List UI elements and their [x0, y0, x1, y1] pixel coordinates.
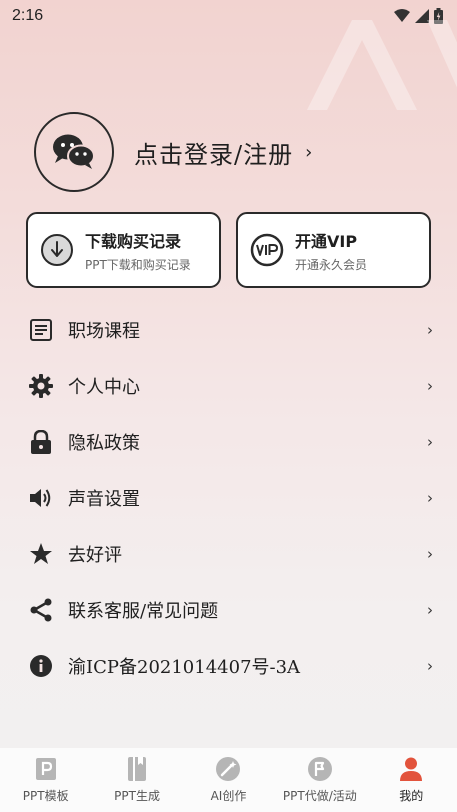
- gear-icon: [28, 373, 54, 399]
- menu-item-label: 职场课程: [68, 321, 140, 342]
- open-vip-card[interactable]: 开通VIP 开通永久会员: [236, 212, 431, 288]
- lock-icon: [28, 429, 54, 455]
- card-subtitle: PPT下载和购买记录: [85, 257, 191, 272]
- menu-item-label: 联系客服/常见问题: [68, 601, 219, 622]
- menu-item-sound-settings[interactable]: 声音设置 ›: [0, 470, 457, 526]
- card-title: 开通VIP: [295, 231, 358, 251]
- chevron-right-icon: ›: [427, 321, 433, 339]
- bottom-tab-bar: PPT模板 PPT生成 AI创作 PPT代做/活动 我的: [0, 748, 457, 812]
- menu-item-label: 个人中心: [68, 377, 140, 398]
- vip-badge-icon: [250, 233, 284, 267]
- login-row[interactable]: 点击登录/注册 ›: [34, 112, 312, 192]
- tab-ai-create[interactable]: AI创作: [183, 756, 273, 804]
- avatar[interactable]: [34, 112, 114, 192]
- info-icon: [28, 653, 54, 679]
- ppt-generate-icon: [128, 757, 147, 781]
- menu-item-rate-app[interactable]: 去好评 ›: [0, 526, 457, 582]
- tab-ppt-generate[interactable]: PPT生成: [92, 756, 182, 804]
- card-title: 下载购买记录: [85, 231, 182, 251]
- chevron-right-icon: ›: [427, 657, 433, 675]
- wechat-icon: [53, 134, 95, 169]
- menu-item-label: 声音设置: [68, 489, 140, 510]
- menu-item-label: 渝ICP备2021014407号-3A: [68, 657, 301, 678]
- menu-item-personal-center[interactable]: 个人中心 ›: [0, 358, 457, 414]
- tab-label: PPT代做/活动: [282, 789, 357, 803]
- menu-item-customer-service[interactable]: 联系客服/常见问题 ›: [0, 582, 457, 638]
- watermark-logo: [307, 20, 457, 110]
- tab-label: PPT生成: [114, 789, 160, 803]
- chevron-right-icon: ›: [427, 377, 433, 395]
- tab-ppt-templates[interactable]: PPT模板: [1, 756, 91, 804]
- ppt-template-icon: [35, 758, 56, 780]
- chevron-right-icon: ›: [427, 433, 433, 451]
- menu-item-courses[interactable]: 职场课程 ›: [0, 302, 457, 358]
- speaker-icon: [28, 485, 54, 511]
- tab-label: PPT模板: [22, 789, 69, 803]
- status-time: 2:16: [12, 7, 44, 24]
- download-records-card[interactable]: 下载购买记录 PPT下载和购买记录: [26, 212, 221, 288]
- card-subtitle: 开通永久会员: [295, 257, 368, 272]
- chevron-right-icon: ›: [305, 141, 313, 163]
- chevron-right-icon: ›: [427, 545, 433, 563]
- chevron-right-icon: ›: [427, 489, 433, 507]
- menu-item-icp-license[interactable]: 渝ICP备2021014407号-3A ›: [0, 638, 457, 694]
- star-icon: [28, 541, 54, 567]
- document-icon: [28, 317, 54, 343]
- quick-cards: 下载购买记录 PPT下载和购买记录 开通VIP 开通永久会员: [26, 212, 431, 288]
- download-circle-icon: [41, 234, 73, 266]
- ai-create-icon: [216, 757, 241, 781]
- tab-ppt-service[interactable]: PPT代做/活动: [275, 756, 365, 804]
- chevron-right-icon: ›: [427, 601, 433, 619]
- share-icon: [28, 597, 54, 623]
- menu-item-label: 隐私政策: [68, 433, 140, 454]
- ppt-service-icon: [307, 757, 332, 781]
- settings-menu: 职场课程 › 个人中心 › 隐私政策 › 声音设置 › 去好评 › 联系客服/常…: [0, 302, 457, 694]
- tab-label: 我的: [399, 789, 424, 803]
- tab-label: AI创作: [210, 789, 247, 803]
- person-icon: [400, 757, 423, 781]
- tab-mine[interactable]: 我的: [366, 756, 456, 804]
- menu-item-privacy-policy[interactable]: 隐私政策 ›: [0, 414, 457, 470]
- menu-item-label: 去好评: [68, 545, 122, 566]
- login-register-link[interactable]: 点击登录/注册: [134, 135, 293, 170]
